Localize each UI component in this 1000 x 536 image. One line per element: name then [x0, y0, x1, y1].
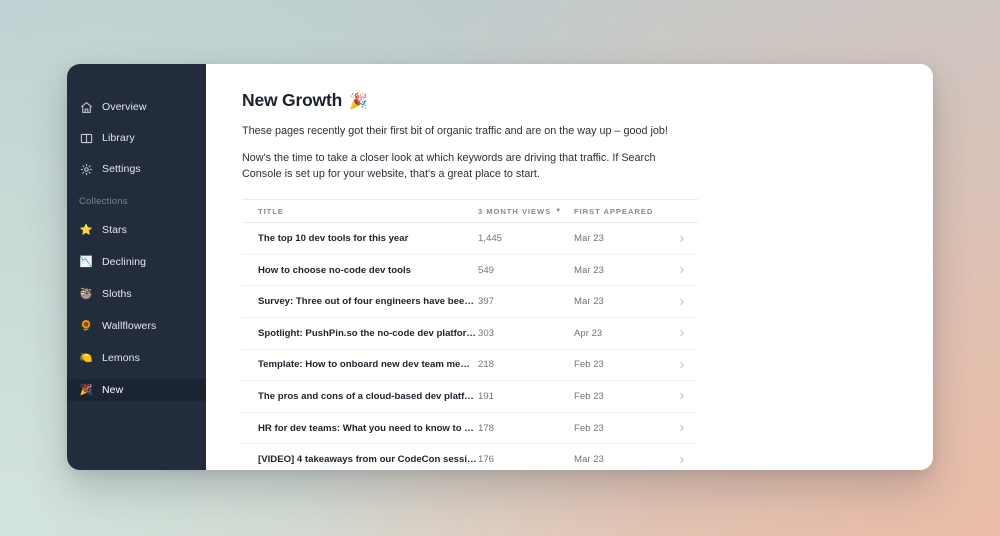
row-views: 1,445 — [478, 233, 503, 244]
party-popper-emoji: 🎉 — [79, 383, 93, 396]
table-row[interactable]: Survey: Three out of four engineers have… — [242, 286, 698, 318]
chevron-right-icon[interactable] — [666, 392, 698, 400]
row-first-appeared: Mar 23 — [574, 264, 604, 276]
table-row[interactable]: The pros and cons of a cloud-based dev p… — [242, 381, 698, 413]
sidebar-item-label: Declining — [102, 256, 147, 268]
row-title: [VIDEO] 4 takeaways from our CodeCon ses… — [258, 454, 478, 466]
row-title: How to choose no-code dev tools — [258, 264, 411, 276]
row-first-appeared: Feb 23 — [574, 422, 604, 434]
row-views: 191 — [478, 390, 495, 402]
row-views: 218 — [478, 359, 495, 371]
table-row[interactable]: The top 10 dev tools for this year 1,445… — [242, 223, 698, 255]
column-header-views[interactable]: 3 Month Views ▼ — [478, 207, 574, 216]
table-row[interactable]: HR for dev teams: What you need to know … — [242, 413, 698, 445]
table-row[interactable]: Template: How to onboard new dev team me… — [242, 350, 698, 382]
sidebar-item-sloths[interactable]: 🦥 Sloths — [67, 283, 206, 305]
collections-list: ⭐ Stars 📉 Declining 🦥 Sloths 🌻 Wallflowe… — [67, 219, 206, 401]
sidebar-item-library[interactable]: Library — [67, 127, 206, 149]
book-icon — [79, 131, 93, 145]
sidebar-item-new[interactable]: 🎉 New — [67, 379, 206, 401]
sidebar-item-label: Lemons — [102, 352, 140, 364]
row-title: Survey: Three out of four engineers have… — [258, 296, 478, 308]
sidebar-item-label: Wallflowers — [102, 320, 157, 332]
chart-decreasing-emoji: 📉 — [79, 255, 93, 268]
gear-icon — [79, 162, 93, 176]
sidebar-item-label: Stars — [102, 224, 128, 236]
sidebar-item-overview[interactable]: Overview — [67, 96, 206, 118]
intro-paragraph-2: Now's the time to take a closer look at … — [242, 151, 656, 181]
row-first-appeared: Mar 23 — [574, 454, 604, 466]
column-header-first-appeared[interactable]: First Appeared — [574, 207, 666, 216]
sidebar-item-stars[interactable]: ⭐ Stars — [67, 219, 206, 241]
sidebar-item-label: Settings — [102, 163, 141, 175]
party-popper-emoji: 🎉 — [349, 91, 368, 110]
sidebar-item-label: Library — [102, 132, 135, 144]
home-icon — [79, 100, 93, 114]
sidebar-item-label: New — [102, 384, 124, 396]
row-first-appeared: Feb 23 — [574, 390, 604, 402]
row-views: 303 — [478, 327, 495, 339]
column-header-views-label: 3 Month Views — [478, 206, 552, 216]
table-row[interactable]: Spotlight: PushPin.so the no-code dev pl… — [242, 318, 698, 350]
row-views: 176 — [478, 454, 495, 466]
sidebar-item-settings[interactable]: Settings — [67, 158, 206, 180]
table-header-row: Title 3 Month Views ▼ First Appeared — [242, 199, 698, 224]
row-views: 397 — [478, 296, 495, 308]
row-first-appeared: Mar 23 — [574, 233, 604, 244]
sidebar-item-label: Sloths — [102, 288, 132, 300]
collections-section-label: Collections — [79, 196, 128, 207]
row-title: Spotlight: PushPin.so the no-code dev pl… — [258, 327, 478, 339]
table-body: The top 10 dev tools for this year 1,445… — [242, 223, 698, 470]
sidebar-item-declining[interactable]: 📉 Declining — [67, 251, 206, 273]
row-title: Template: How to onboard new dev team me… — [258, 359, 478, 371]
row-first-appeared: Mar 23 — [574, 296, 604, 308]
app-window: Overview Library Settings Collections ⭐ … — [67, 64, 933, 470]
table-row[interactable]: [VIDEO] 4 takeaways from our CodeCon ses… — [242, 444, 698, 470]
chevron-right-icon[interactable] — [666, 424, 698, 432]
chevron-right-icon[interactable] — [666, 266, 698, 274]
pages-table: Title 3 Month Views ▼ First Appeared The… — [242, 199, 698, 470]
chevron-right-icon[interactable] — [666, 456, 698, 464]
page-title-text: New Growth — [242, 90, 343, 110]
column-header-title[interactable]: Title — [242, 207, 478, 216]
star-emoji: ⭐ — [79, 223, 93, 236]
sunflower-emoji: 🌻 — [79, 319, 93, 332]
chevron-right-icon[interactable] — [666, 235, 698, 243]
main-content: New Growth 🎉 These pages recently got th… — [206, 64, 933, 470]
page-title: New Growth 🎉 — [242, 90, 897, 111]
sidebar-item-wallflowers[interactable]: 🌻 Wallflowers — [67, 315, 206, 337]
sidebar-item-label: Overview — [102, 101, 147, 113]
chevron-right-icon[interactable] — [666, 298, 698, 306]
row-first-appeared: Apr 23 — [574, 327, 603, 339]
row-views: 178 — [478, 422, 495, 434]
chevron-right-icon[interactable] — [666, 329, 698, 337]
sort-caret-down-icon: ▼ — [555, 208, 562, 215]
row-title: HR for dev teams: What you need to know … — [258, 422, 478, 434]
sloth-emoji: 🦥 — [79, 287, 93, 300]
sidebar: Overview Library Settings Collections ⭐ … — [67, 64, 206, 470]
row-title: The top 10 dev tools for this year — [258, 233, 409, 244]
sidebar-item-lemons[interactable]: 🍋 Lemons — [67, 347, 206, 369]
intro-paragraph-1: These pages recently got their first bit… — [242, 125, 668, 137]
lemon-emoji: 🍋 — [79, 351, 93, 364]
row-title: The pros and cons of a cloud-based dev p… — [258, 390, 478, 402]
chevron-right-icon[interactable] — [666, 361, 698, 369]
table-row[interactable]: How to choose no-code dev tools 549 Mar … — [242, 255, 698, 287]
row-views: 549 — [478, 264, 495, 276]
row-first-appeared: Feb 23 — [574, 359, 604, 371]
